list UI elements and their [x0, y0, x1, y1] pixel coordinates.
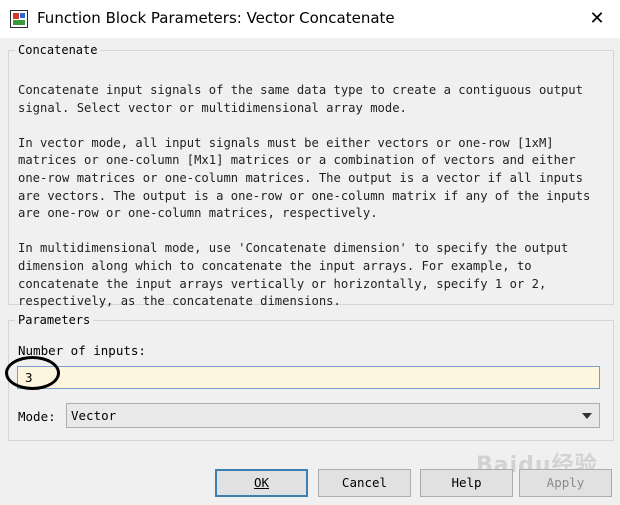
help-button-label: Help: [451, 475, 482, 490]
apply-button-label: Apply: [546, 475, 585, 490]
number-of-inputs-label: Number of inputs:: [18, 343, 146, 358]
concatenate-group: Concatenate Concatenate input signals of…: [8, 43, 614, 308]
ok-button-label: OK: [253, 475, 270, 490]
mode-selected-value: Vector: [71, 408, 117, 423]
description-paragraph: Concatenate input signals of the same da…: [18, 83, 583, 115]
chevron-down-icon: [582, 413, 592, 419]
cancel-button-label: Cancel: [341, 475, 388, 490]
description-paragraph: In vector mode, all input signals must b…: [18, 135, 591, 221]
ok-button[interactable]: OK: [215, 469, 308, 497]
description-text: Concatenate input signals of the same da…: [18, 82, 608, 328]
cancel-button[interactable]: Cancel: [318, 469, 411, 497]
apply-button[interactable]: Apply: [519, 469, 612, 497]
mode-label: Mode:: [18, 409, 56, 424]
parameters-legend: Parameters: [18, 313, 91, 327]
window-title: Function Block Parameters: Vector Concat…: [37, 9, 395, 27]
mode-dropdown[interactable]: Vector: [66, 403, 600, 428]
number-of-inputs-field[interactable]: [17, 366, 600, 389]
title-bar: Function Block Parameters: Vector Concat…: [0, 0, 620, 38]
close-icon[interactable]: ✕: [586, 8, 608, 30]
help-button[interactable]: Help: [420, 469, 513, 497]
description-paragraph: In multidimensional mode, use 'Concatena…: [18, 241, 569, 309]
concatenate-legend: Concatenate: [18, 43, 98, 57]
simulink-block-icon: [10, 10, 28, 28]
